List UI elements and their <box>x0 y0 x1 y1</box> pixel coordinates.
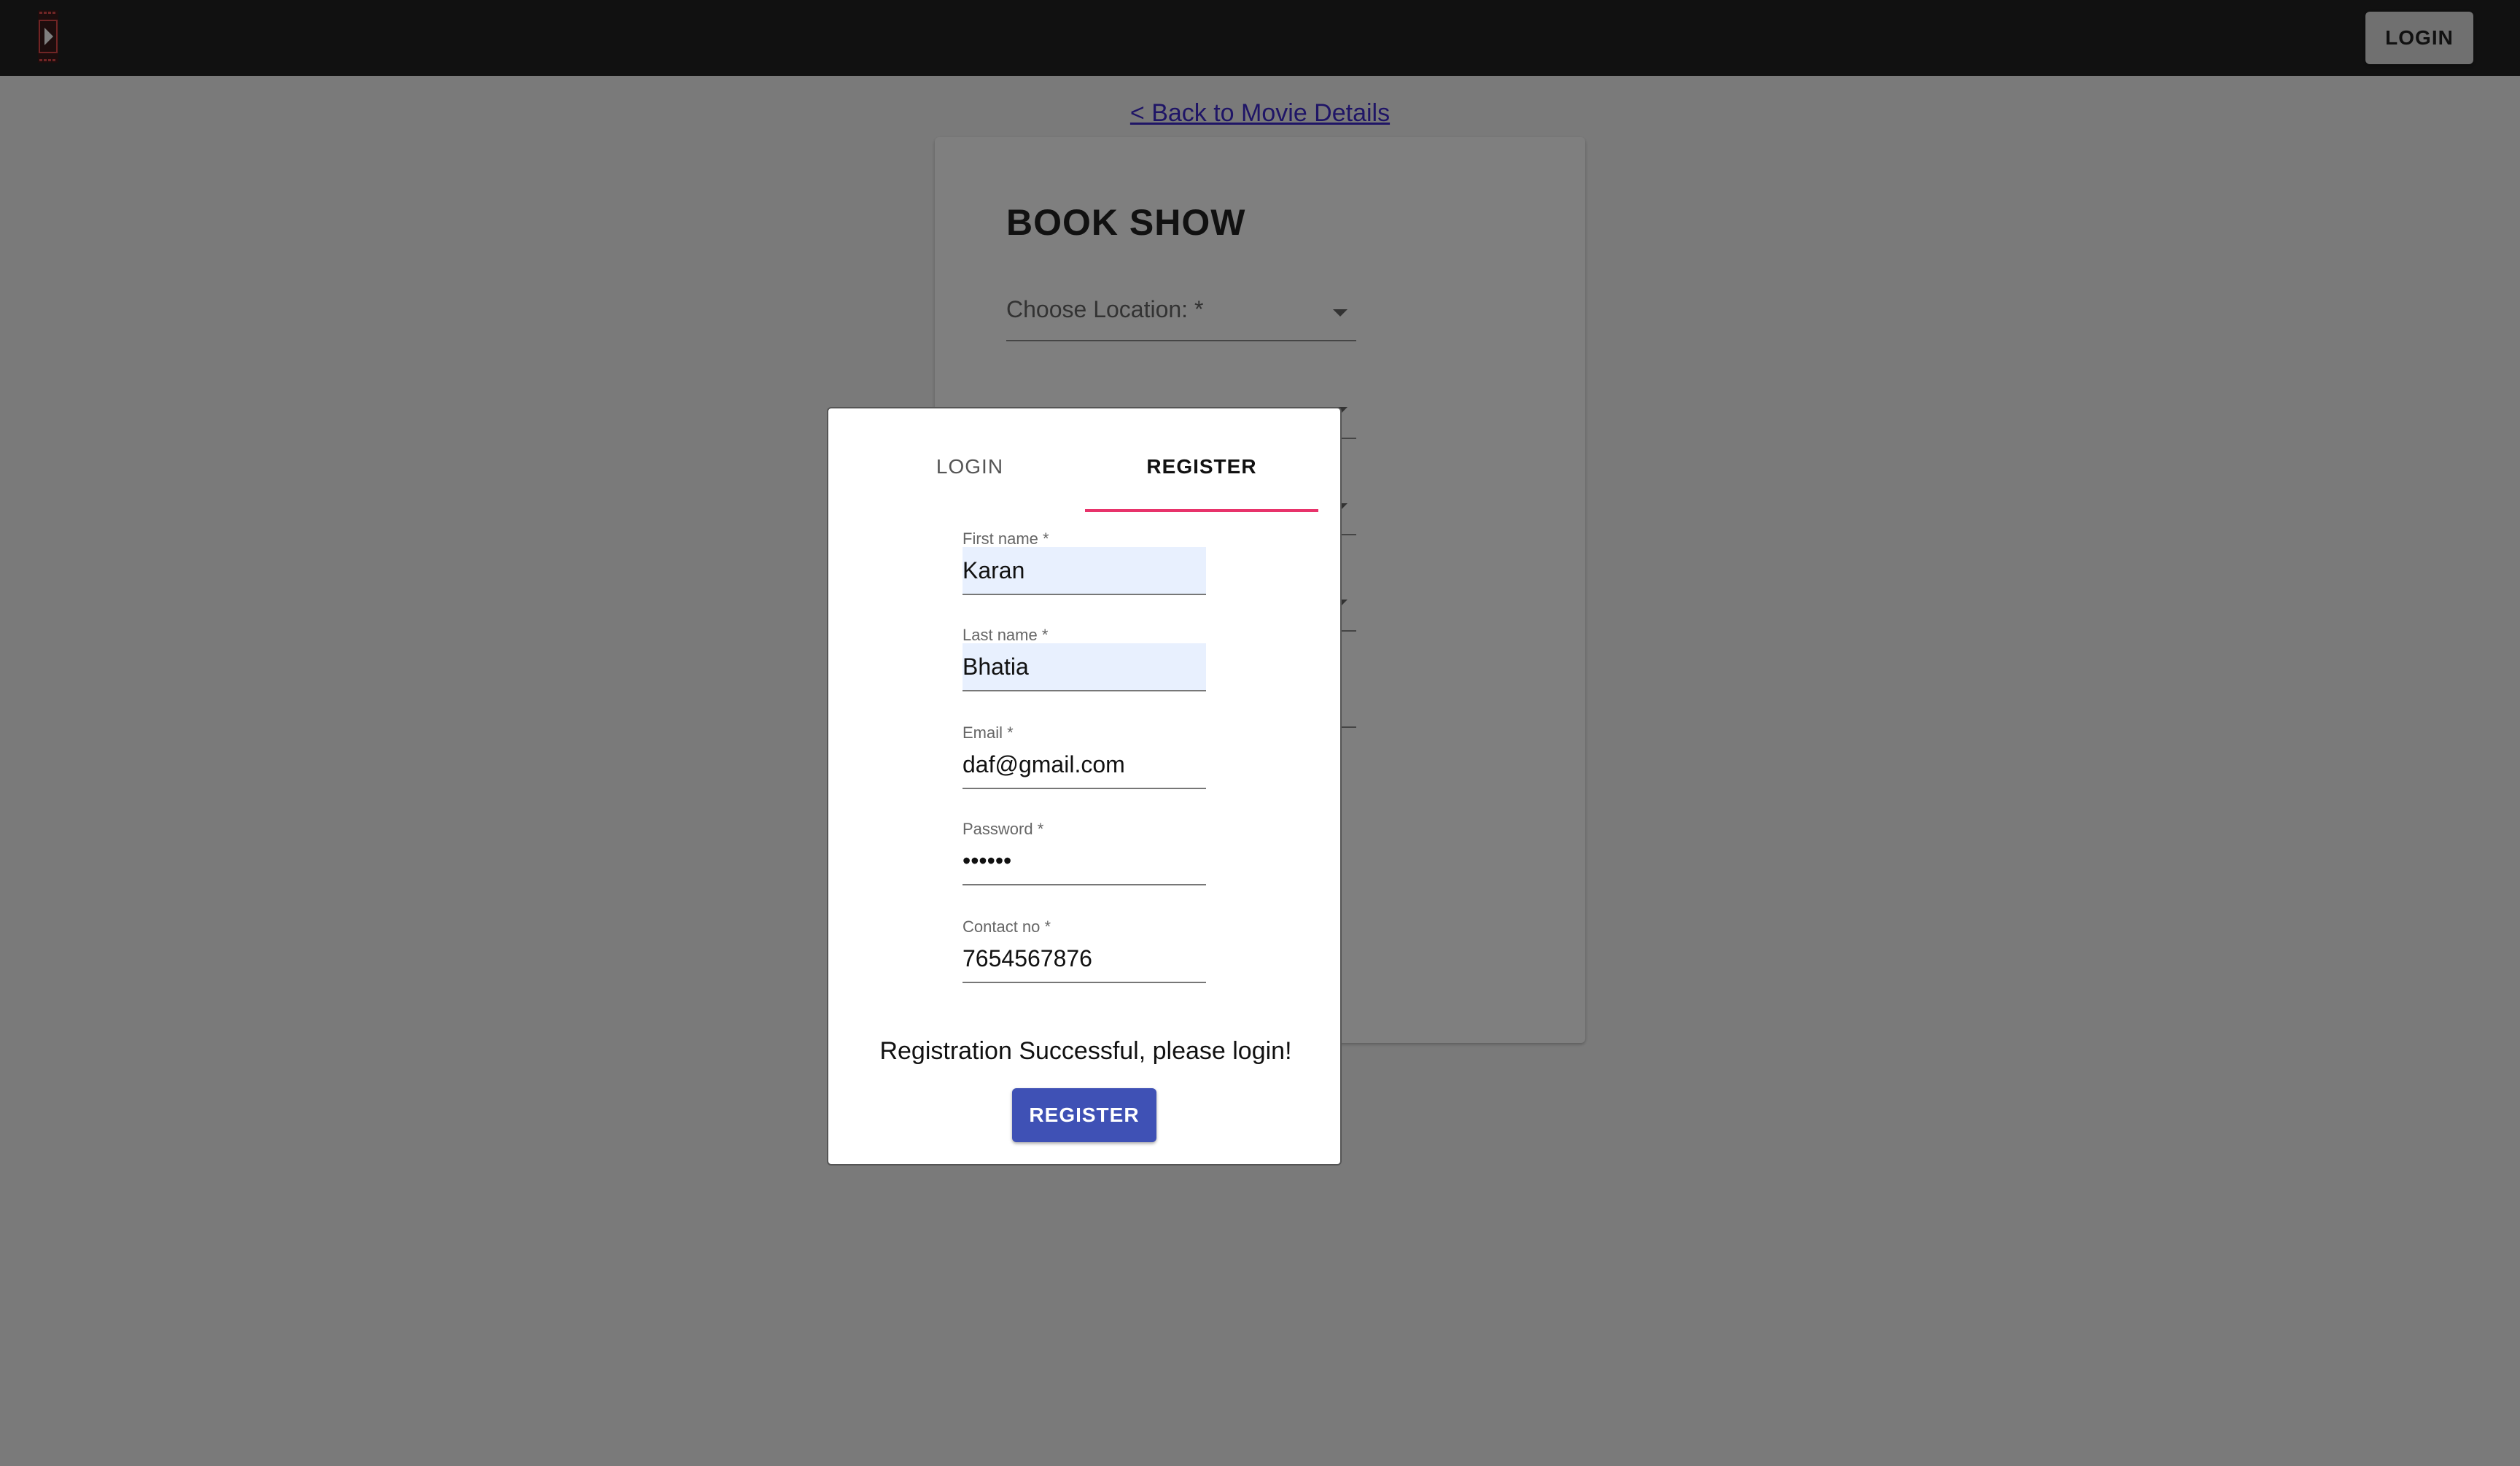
password-field: Password * <box>962 820 1206 893</box>
last-name-input[interactable] <box>962 643 1206 691</box>
email-label: Email * <box>962 724 1014 742</box>
tab-register[interactable]: REGISTER <box>1085 443 1318 512</box>
tab-login[interactable]: LOGIN <box>853 443 1086 512</box>
last-name-field: Last name * <box>962 626 1206 699</box>
contact-no-field: Contact no * <box>962 918 1206 990</box>
password-label: Password * <box>962 820 1044 838</box>
password-input[interactable] <box>962 837 1206 885</box>
contact-no-label: Contact no * <box>962 918 1051 936</box>
email-input[interactable] <box>962 741 1206 789</box>
first-name-input[interactable] <box>962 547 1206 595</box>
auth-modal: LOGIN REGISTER First name * Last name * … <box>827 407 1342 1166</box>
first-name-label: First name * <box>962 530 1049 548</box>
email-field: Email * <box>962 724 1206 796</box>
contact-no-input[interactable] <box>962 935 1206 983</box>
last-name-label: Last name * <box>962 626 1049 644</box>
register-button[interactable]: REGISTER <box>1012 1088 1156 1142</box>
registration-success-message: Registration Successful, please login! <box>879 1037 1292 1065</box>
first-name-field: First name * <box>962 530 1206 602</box>
